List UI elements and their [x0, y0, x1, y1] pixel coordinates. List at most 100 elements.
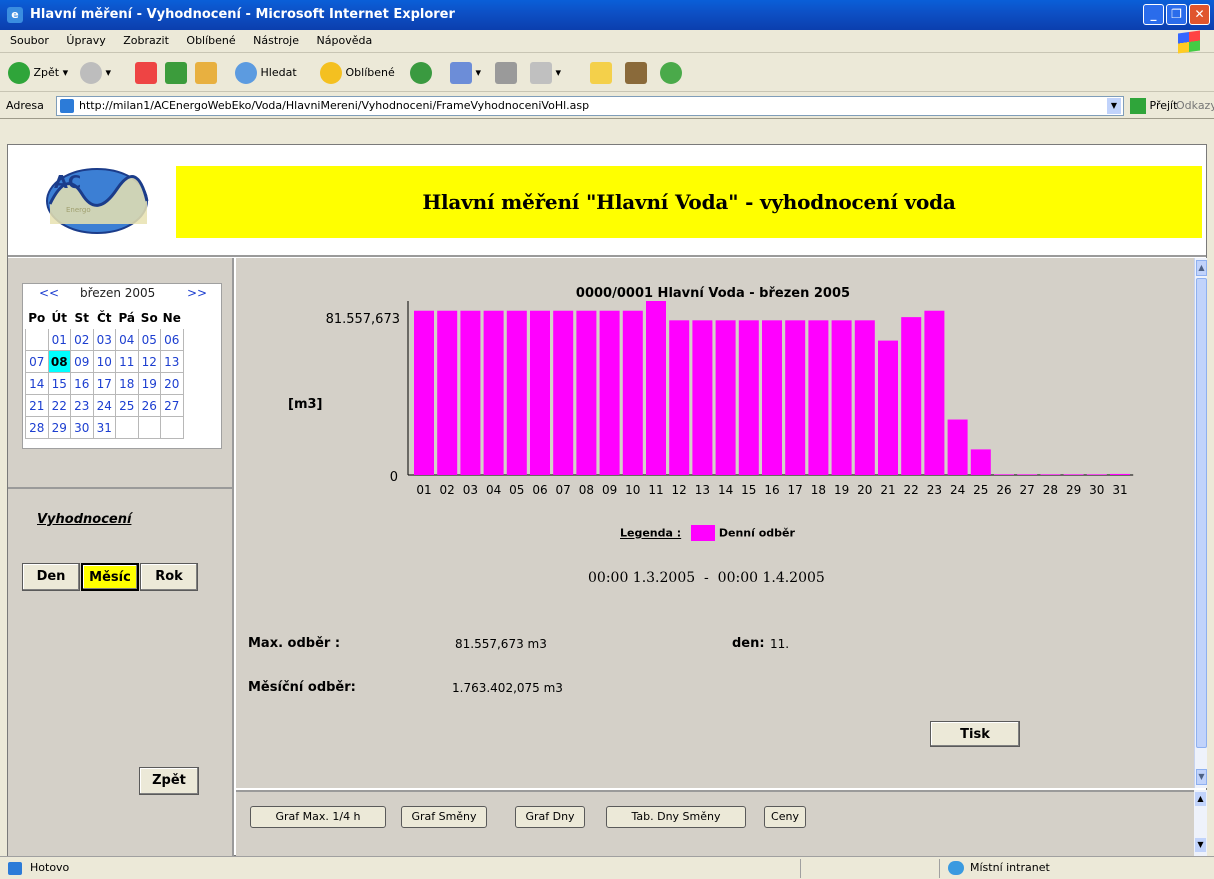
messenger-button[interactable]	[660, 62, 682, 84]
monthly-consumption-value: 1.763.402,075 m3	[452, 681, 563, 695]
dropdown-arrow-icon[interactable]: ▼	[1107, 98, 1121, 114]
calendar-day-selected[interactable]: 08	[47, 350, 71, 373]
calendar-day[interactable]: 31	[92, 416, 116, 439]
main-scrollbar[interactable]: ▲ ▼	[1194, 258, 1207, 788]
x-tick-label: 15	[741, 483, 756, 497]
calendar-day[interactable]: 01	[47, 328, 71, 351]
search-label: Hledat	[260, 66, 297, 79]
calendar-prev-button[interactable]: <<	[39, 286, 59, 300]
refresh-button[interactable]	[165, 62, 187, 84]
menu-upravy[interactable]: Úpravy	[66, 34, 105, 47]
go-button[interactable]: Přejít	[1130, 93, 1177, 119]
window-title-bar[interactable]: e Hlavní měření - Vyhodnocení - Microsof…	[0, 0, 1214, 30]
discuss-button[interactable]	[590, 62, 612, 84]
go-label: Přejít	[1149, 99, 1178, 112]
calendar-day[interactable]: 10	[92, 350, 116, 373]
history-button[interactable]	[410, 62, 432, 84]
calendar-grid: Po Út St Čt Pá So Ne 01 02 03 04 05 06 0…	[25, 306, 184, 439]
research-button[interactable]	[625, 62, 647, 84]
calendar-day[interactable]: 27	[160, 394, 184, 417]
calendar-day[interactable]: 15	[47, 372, 71, 395]
calendar-day[interactable]: 19	[137, 372, 161, 395]
stop-button[interactable]	[135, 62, 157, 84]
home-button[interactable]	[195, 62, 217, 84]
calendar-day[interactable]: 25	[115, 394, 139, 417]
go-arrow-icon	[1130, 98, 1146, 114]
max-day-label: den:	[732, 636, 765, 651]
x-tick-label: 23	[927, 483, 942, 497]
day-button[interactable]: Den	[22, 563, 80, 591]
calendar-day[interactable]: 12	[137, 350, 161, 373]
calendar-day[interactable]: 17	[92, 372, 116, 395]
x-tick-label: 22	[904, 483, 919, 497]
calendar-day[interactable]: 11	[115, 350, 139, 373]
bottom-scrollbar[interactable]: ▲ ▼	[1194, 790, 1207, 856]
calendar-day[interactable]: 02	[70, 328, 94, 351]
calendar-day[interactable]: 23	[70, 394, 94, 417]
calendar-day[interactable]: 21	[25, 394, 49, 417]
back-nav-button[interactable]: Zpět	[139, 767, 199, 795]
menu-soubor[interactable]: Soubor	[10, 34, 49, 47]
calendar-day[interactable]: 13	[160, 350, 184, 373]
back-button[interactable]: Zpět ▾	[8, 62, 68, 84]
print-page-button[interactable]: Tisk	[930, 721, 1020, 747]
research-icon	[625, 62, 647, 84]
print-button[interactable]	[495, 62, 517, 84]
calendar-day[interactable]: 28	[25, 416, 49, 439]
scroll-down-icon[interactable]: ▼	[1195, 838, 1206, 852]
calendar-weekday: Út	[47, 306, 71, 329]
calendar-day[interactable]: 18	[115, 372, 139, 395]
calendar-day[interactable]: 09	[70, 350, 94, 373]
edit-button[interactable]: ▾	[530, 62, 561, 84]
calendar-day[interactable]: 05	[137, 328, 161, 351]
calendar-day[interactable]: 07	[25, 350, 49, 373]
scroll-up-icon[interactable]: ▲	[1196, 260, 1207, 276]
legend-series-name: Denní odběr	[718, 526, 795, 540]
chart-bar	[738, 320, 759, 475]
favorites-button[interactable]: Oblíbené	[320, 62, 395, 84]
calendar-day[interactable]: 29	[47, 416, 71, 439]
menu-nastroje[interactable]: Nástroje	[253, 34, 299, 47]
close-button[interactable]: ✕	[1189, 4, 1210, 25]
year-button[interactable]: Rok	[140, 563, 198, 591]
graph-days-button[interactable]: Graf Dny	[515, 806, 585, 828]
minimize-button[interactable]: _	[1143, 4, 1164, 25]
graph-shifts-button[interactable]: Graf Směny	[401, 806, 487, 828]
mail-button[interactable]: ▾	[450, 62, 481, 84]
calendar-day[interactable]: 06	[160, 328, 184, 351]
edit-icon	[530, 62, 552, 84]
scroll-down-icon[interactable]: ▼	[1196, 769, 1207, 785]
scroll-thumb[interactable]	[1196, 278, 1207, 748]
menu-zobrazit[interactable]: Zobrazit	[123, 34, 169, 47]
calendar-day[interactable]: 14	[25, 372, 49, 395]
links-label[interactable]: Odkazy	[1176, 93, 1214, 119]
table-days-shifts-button[interactable]: Tab. Dny Směny	[606, 806, 746, 828]
calendar-next-button[interactable]: >>	[187, 286, 207, 300]
x-tick-label: 29	[1066, 483, 1081, 497]
calendar-day[interactable]: 03	[92, 328, 116, 351]
calendar-day[interactable]: 20	[160, 372, 184, 395]
calendar-day[interactable]: 26	[137, 394, 161, 417]
calendar-weekday: Ne	[160, 306, 184, 329]
menu-oblibene[interactable]: Oblíbené	[186, 34, 235, 47]
maximize-button[interactable]: ❐	[1166, 4, 1187, 25]
graph-max-quarter-button[interactable]: Graf Max. 1/4 h	[250, 806, 386, 828]
search-button[interactable]: Hledat	[235, 62, 297, 84]
calendar-day[interactable]: 22	[47, 394, 71, 417]
address-input[interactable]: http://milan1/ACEnergoWebEko/Voda/Hlavni…	[56, 96, 1124, 116]
forward-arrow-icon	[80, 62, 102, 84]
scroll-up-icon[interactable]: ▲	[1195, 792, 1206, 806]
calendar-day[interactable]: 04	[115, 328, 139, 351]
x-tick-label: 17	[788, 483, 803, 497]
calendar-day[interactable]: 16	[70, 372, 94, 395]
chart-bar	[1086, 474, 1107, 475]
menu-napoveda[interactable]: Nápověda	[317, 34, 373, 47]
chart-bar	[506, 310, 527, 475]
month-button[interactable]: Měsíc	[81, 563, 139, 591]
x-tick-label: 21	[880, 483, 895, 497]
prices-button[interactable]: Ceny	[764, 806, 806, 828]
chart-bar	[437, 310, 458, 475]
calendar-day[interactable]: 24	[92, 394, 116, 417]
calendar-day[interactable]: 30	[70, 416, 94, 439]
forward-button[interactable]: ▾	[80, 62, 111, 84]
